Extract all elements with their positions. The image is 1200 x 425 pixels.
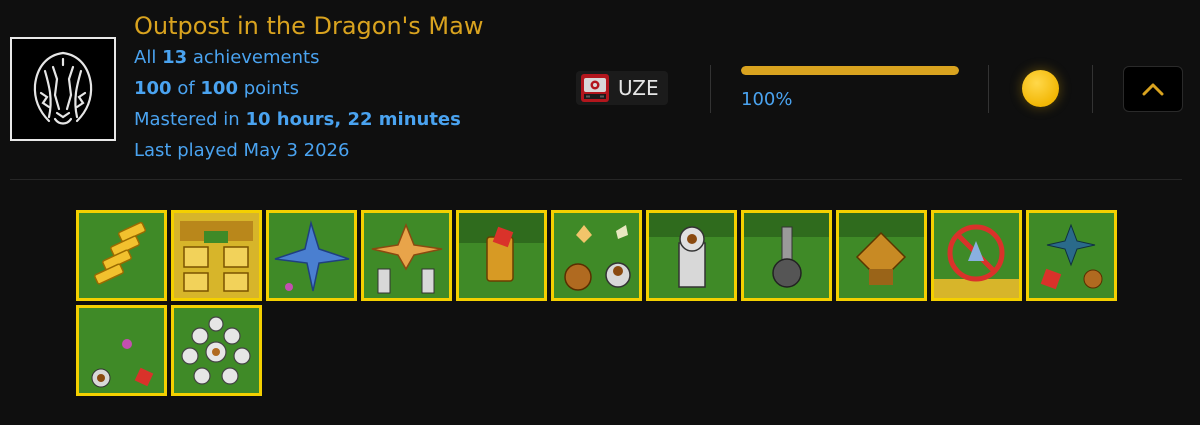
stone-tower-badge-icon — [649, 213, 734, 298]
progress-percent: 100% — [741, 89, 793, 110]
wooden-hut-badge-icon — [839, 213, 924, 298]
achievement-badge[interactable] — [646, 210, 737, 301]
console-badge[interactable]: UZE — [576, 71, 668, 105]
progress-bar — [741, 66, 959, 75]
mastery-summary: Mastered in 10 hours, 22 minutes — [134, 109, 461, 130]
treasure-crystal-badge-icon — [459, 213, 544, 298]
pink-sprite-field-badge-icon — [79, 308, 164, 393]
game-cover-image[interactable] — [10, 37, 116, 141]
last-played: Last played May 3 2026 — [134, 140, 350, 161]
achievement-badge[interactable] — [741, 210, 832, 301]
progress-fill — [741, 66, 959, 75]
section-divider — [10, 179, 1182, 180]
achievement-badge[interactable] — [266, 210, 357, 301]
console-label: UZE — [618, 76, 659, 100]
points-summary: 100 of 100 points — [134, 78, 299, 99]
stone-army-badge-icon — [174, 308, 259, 393]
blue-dragon-badge-icon — [269, 213, 354, 298]
divider — [1092, 65, 1093, 113]
points-total: 100 — [200, 78, 238, 99]
achievements-suffix: achievements — [192, 47, 320, 68]
dragon-skull-icon — [33, 51, 93, 125]
divider — [710, 65, 711, 113]
collapse-button[interactable] — [1123, 66, 1183, 112]
achievements-prefix: All — [134, 47, 157, 68]
cannon-turret-badge-icon — [744, 213, 829, 298]
gold-medal-icon — [1022, 70, 1059, 107]
achievements-summary: All 13 achievements — [134, 47, 319, 68]
points-suffix: points — [243, 78, 300, 99]
achievement-badge[interactable] — [76, 305, 167, 396]
achievement-badge-grid — [76, 210, 1121, 396]
achievement-badge[interactable] — [1026, 210, 1117, 301]
achievement-badge[interactable] — [551, 210, 642, 301]
achievement-badge[interactable] — [361, 210, 452, 301]
gold-bars-badge-icon — [79, 213, 164, 298]
achievement-badge[interactable] — [931, 210, 1022, 301]
points-of: of — [177, 78, 195, 99]
dragon-towers-badge-icon — [554, 213, 639, 298]
orange-dragon-cannons-badge-icon — [364, 213, 449, 298]
no-dragon-badge-icon — [934, 213, 1019, 298]
game-title[interactable]: Outpost in the Dragon's Maw — [134, 12, 483, 40]
achievements-count: 13 — [162, 47, 188, 68]
divider — [988, 65, 989, 113]
uzebox-console-icon — [581, 74, 609, 102]
achievement-badge[interactable] — [171, 305, 262, 396]
chevron-up-icon — [1142, 83, 1164, 96]
points-earned: 100 — [134, 78, 172, 99]
achievement-badge[interactable] — [171, 210, 262, 301]
achievement-badge[interactable] — [456, 210, 547, 301]
achievement-badge[interactable] — [836, 210, 927, 301]
mastered-time: 10 hours, 22 minutes — [245, 109, 461, 130]
small-dragon-field-badge-icon — [1029, 213, 1114, 298]
mastered-prefix: Mastered in — [134, 109, 240, 130]
golden-fortress-badge-icon — [174, 213, 259, 298]
achievement-badge[interactable] — [76, 210, 167, 301]
